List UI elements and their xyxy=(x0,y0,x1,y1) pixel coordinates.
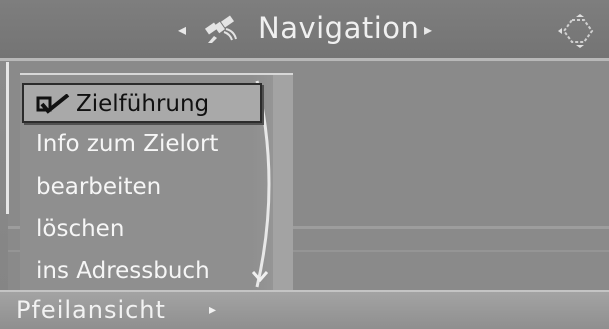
navigation-screen: ◂ Navigation ▸ Zielführung Info zum Ziel… xyxy=(0,0,609,329)
menu-item-label: löschen xyxy=(36,216,125,242)
menu-item-route-guidance[interactable]: Zielführung xyxy=(22,83,262,123)
menu-item-label: Info zum Zielort xyxy=(36,131,219,157)
scroll-down-icon[interactable] xyxy=(252,268,268,282)
previous-menu-arrow-icon[interactable]: ◂ xyxy=(178,20,186,39)
menu-item-destination-info[interactable]: Info zum Zielort xyxy=(20,124,270,164)
menu-item-delete[interactable]: löschen xyxy=(20,209,270,249)
satellite-icon xyxy=(204,15,237,43)
header-bar: ◂ Navigation ▸ xyxy=(0,0,609,61)
next-menu-arrow-icon[interactable]: ▸ xyxy=(424,20,432,39)
panel-edge xyxy=(6,62,9,214)
menu-item-label: bearbeiten xyxy=(36,174,162,200)
options-popup-menu: Zielführung Info zum Zielort bearbeiten … xyxy=(20,73,293,291)
menu-item-edit[interactable]: bearbeiten xyxy=(20,167,270,207)
menu-item-label: Zielführung xyxy=(76,91,210,117)
controller-icon xyxy=(558,14,594,48)
menu-item-address-book[interactable]: ins Adressbuch xyxy=(20,251,270,291)
menu-item-label: ins Adressbuch xyxy=(36,258,210,284)
arrow-view-option[interactable]: Pfeilansicht xyxy=(16,296,166,324)
footer-arrow-icon[interactable]: ▸ xyxy=(209,302,216,318)
header-title: Navigation xyxy=(258,11,420,45)
checkmark-icon xyxy=(36,94,70,114)
footer-bar: Pfeilansicht ▸ xyxy=(0,290,609,329)
